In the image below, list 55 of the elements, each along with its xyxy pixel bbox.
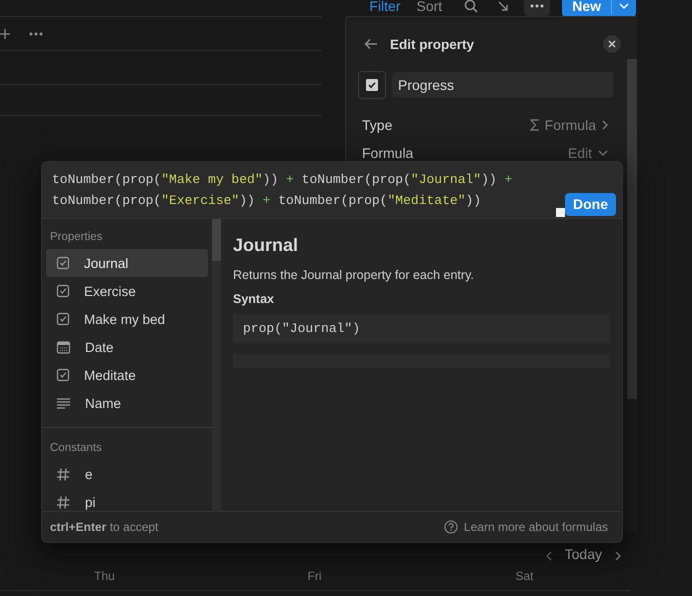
more-button[interactable] [524,0,550,16]
close-button[interactable] [603,35,621,53]
detail-title: Journal [233,235,300,256]
text-lines-icon [56,396,71,410]
constant-item[interactable]: e [46,460,208,488]
checkbox-icon [366,79,378,91]
section-heading: Properties [49,230,104,245]
property-name-field[interactable]: Progress [392,72,614,98]
scrollbar[interactable] [212,219,221,511]
property-item[interactable]: Meditate [46,361,208,389]
sort-button[interactable]: Sort [416,0,442,14]
property-type-button[interactable] [358,71,386,99]
detail-description: Returns the Journal property for each entry. [233,268,475,282]
filter-button[interactable]: Filter [369,0,401,14]
help-icon [444,520,458,534]
shortcut-hint: ctrl+Enter to accept [50,520,158,534]
back-arrow-icon[interactable] [364,38,378,50]
learn-more-link[interactable]: Learn more about formulas [444,520,608,534]
formula-input[interactable]: toNumber(prop("Make my bed")) + toNumber(prop("Journal")) + toNumber(prop("Exercise")) + toNumber(prop("Meditate")) [42,169,557,211]
search-icon[interactable] [464,0,478,13]
constant-item[interactable]: pi [46,488,208,511]
expand-arrow-icon[interactable] [496,0,510,13]
property-item[interactable]: Date [46,333,208,361]
property-item[interactable]: Journal [46,249,208,277]
day-heading: Sat [514,569,534,583]
day-heading: Thu [93,569,116,583]
checkbox-icon [56,312,70,326]
chevron-right-icon [601,119,609,131]
chevron-right-icon[interactable] [614,550,622,562]
panel-title: Edit property [390,36,476,52]
property-type-row[interactable]: Type Formula [346,111,627,139]
chevron-left-icon[interactable] [544,550,553,562]
resize-handle[interactable] [556,208,565,217]
property-item[interactable]: Name [46,389,208,417]
chevron-down-icon [597,149,609,157]
syntax-heading: Syntax [233,292,275,306]
property-item[interactable]: Exercise [46,277,208,305]
checkbox-icon [56,256,70,270]
property-item[interactable]: Make my bed [46,305,208,333]
plus-icon[interactable] [0,28,10,38]
hash-icon [56,494,71,510]
scrollbar[interactable] [627,59,637,399]
calendar-icon [56,340,71,354]
syntax-code-block: prop("Journal") [233,314,610,343]
checkbox-icon [56,284,70,298]
hash-icon [56,466,71,482]
sigma-icon [530,119,540,131]
day-heading: Fri [306,569,322,583]
today-button[interactable]: Today [564,546,602,562]
new-button[interactable]: New [562,0,636,17]
done-button[interactable]: Done [565,192,616,216]
section-heading: Constants [49,441,103,456]
checkbox-icon [56,368,70,382]
close-icon [608,40,616,48]
formula-row[interactable]: Formula Edit [346,139,627,167]
